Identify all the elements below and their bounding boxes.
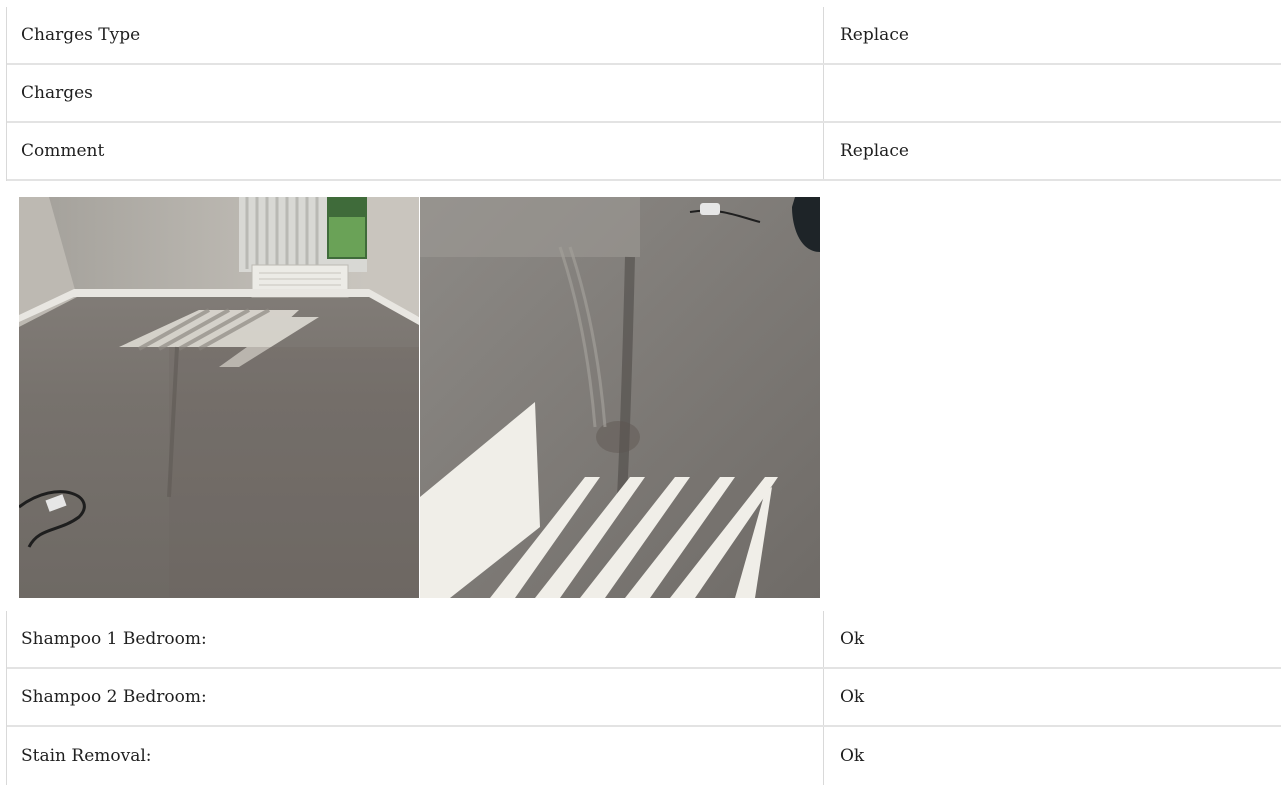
table-row: Stain Removal: Ok (7, 727, 1281, 785)
row-value: Ok (840, 629, 865, 649)
table-row: Shampoo 1 Bedroom: Ok (7, 611, 1281, 669)
row-value: Replace (840, 141, 909, 161)
table-row: Charges (7, 65, 1281, 123)
row-label: Shampoo 1 Bedroom: (7, 611, 824, 667)
photo-gallery (19, 197, 820, 598)
cleaning-table: Shampoo 1 Bedroom: Ok Shampoo 2 Bedroom:… (6, 611, 1281, 785)
row-label: Charges Type (7, 7, 824, 63)
room-carpet-photo[interactable] (19, 197, 419, 598)
row-label: Shampoo 2 Bedroom: (7, 669, 824, 725)
table-row: Comment Replace (7, 123, 1281, 181)
carpet-closeup-photo[interactable] (420, 197, 820, 598)
row-label: Stain Removal: (7, 727, 824, 785)
row-value (824, 65, 1281, 121)
charges-table: Charges Type Replace Charges Comment Rep… (6, 7, 1281, 181)
row-value: Ok (840, 746, 865, 766)
table-row: Charges Type Replace (7, 7, 1281, 65)
table-row: Shampoo 2 Bedroom: Ok (7, 669, 1281, 727)
row-label: Charges (7, 65, 824, 121)
row-label: Comment (7, 123, 824, 179)
row-value: Replace (840, 25, 909, 45)
row-value: Ok (840, 687, 865, 707)
